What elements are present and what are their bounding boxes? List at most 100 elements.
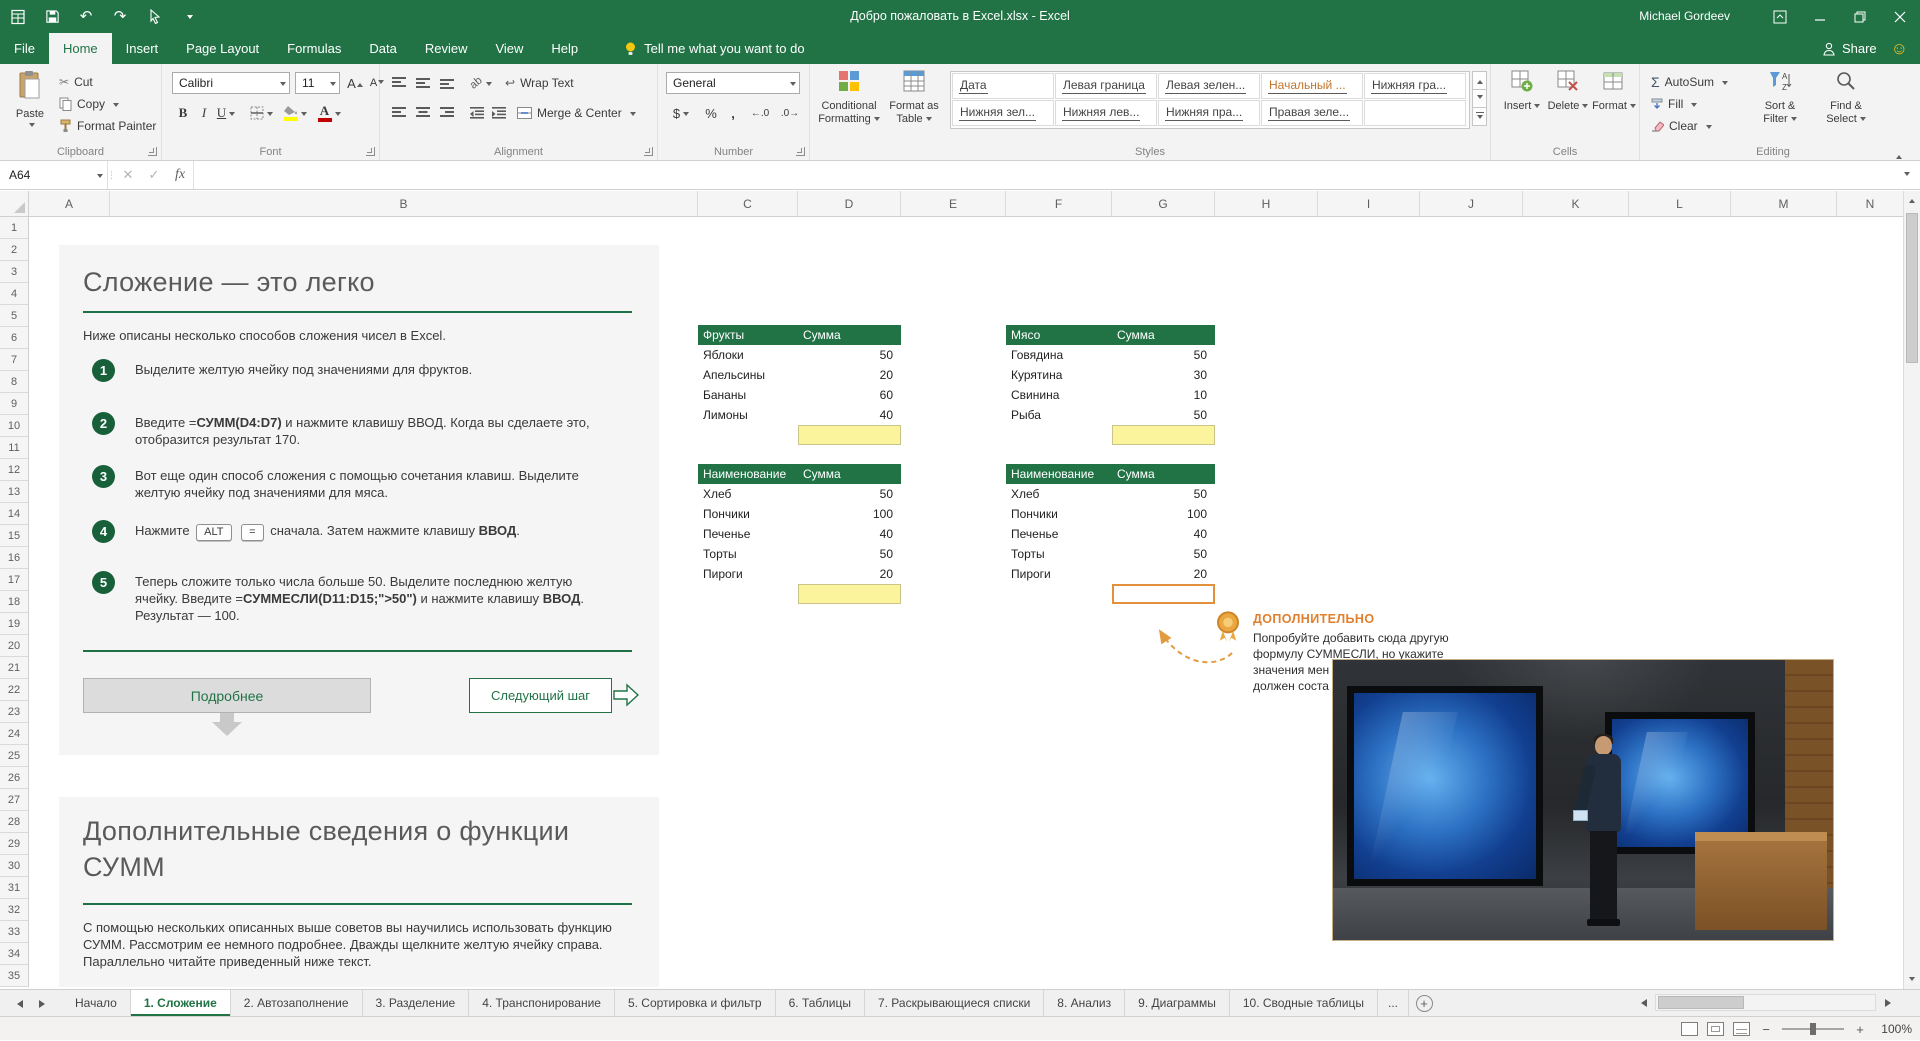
column-header[interactable]: F: [1006, 191, 1112, 217]
zoom-in-button[interactable]: +: [1853, 1022, 1867, 1037]
scroll-down-button[interactable]: [1904, 972, 1920, 989]
normal-view-button[interactable]: [1681, 1022, 1698, 1036]
font-size-dropdown-icon[interactable]: [323, 80, 339, 87]
table-row[interactable]: Лимоны40: [698, 405, 901, 425]
row-header[interactable]: 17: [0, 569, 28, 591]
column-header[interactable]: G: [1112, 191, 1215, 217]
row-header[interactable]: 31: [0, 877, 28, 899]
font-color-button[interactable]: A: [314, 102, 344, 124]
meat-sum-yellow-cell[interactable]: [1112, 425, 1215, 445]
wrap-text-button[interactable]: ↩ Wrap Text: [502, 72, 577, 94]
row-header[interactable]: 9: [0, 393, 28, 415]
share-button[interactable]: Share: [1810, 33, 1889, 64]
cell-style-item[interactable]: Дата: [952, 73, 1054, 99]
increase-decimal-button[interactable]: ←.0: [746, 102, 774, 124]
row-header[interactable]: 16: [0, 547, 28, 569]
cell-style-item[interactable]: Начальный ...: [1261, 73, 1363, 99]
sheet-tab[interactable]: 3. Разделение: [363, 990, 470, 1016]
column-header[interactable]: I: [1318, 191, 1420, 217]
column-header[interactable]: A: [29, 191, 110, 217]
table-row[interactable]: Пироги20: [698, 564, 901, 584]
row-header[interactable]: 22: [0, 679, 28, 701]
decrease-decimal-button[interactable]: .0→: [776, 102, 804, 124]
row-header[interactable]: 12: [0, 459, 28, 481]
cell-style-item[interactable]: [1364, 100, 1466, 126]
orientation-button[interactable]: ab: [466, 72, 496, 94]
column-header[interactable]: K: [1523, 191, 1629, 217]
row-header[interactable]: 20: [0, 635, 28, 657]
row-header[interactable]: 13: [0, 481, 28, 503]
sort-filter-button[interactable]: AZ Sort & Filter: [1752, 70, 1808, 126]
page-break-view-button[interactable]: [1733, 1022, 1750, 1036]
row-header[interactable]: 30: [0, 855, 28, 877]
row-header[interactable]: 34: [0, 943, 28, 965]
find-select-button[interactable]: Find & Select: [1816, 70, 1876, 126]
cell-style-item[interactable]: Нижняя зел...: [952, 100, 1054, 126]
ribbon-tab[interactable]: Help: [537, 33, 592, 64]
ribbon-tab[interactable]: Home: [49, 33, 112, 64]
grow-font-button[interactable]: A: [344, 72, 366, 94]
video-overlay[interactable]: [1332, 659, 1834, 941]
cell-style-item[interactable]: Левая граница: [1055, 73, 1157, 99]
column-header[interactable]: N: [1837, 191, 1903, 217]
percent-style-button[interactable]: %: [700, 102, 722, 124]
sheet-tab[interactable]: 1. Сложение: [131, 990, 231, 1016]
formula-bar-splitter[interactable]: ⋮: [108, 161, 115, 189]
sheet-tab[interactable]: Начало: [62, 990, 131, 1016]
zoom-slider-thumb[interactable]: [1810, 1023, 1816, 1035]
table-row[interactable]: Свинина10: [1006, 385, 1215, 405]
row-header[interactable]: 29: [0, 833, 28, 855]
hscroll-left-button[interactable]: [1628, 999, 1655, 1007]
table-row[interactable]: Хлеб50: [698, 484, 901, 504]
next-step-button[interactable]: Следующий шаг: [469, 678, 612, 713]
hscroll-track[interactable]: [1655, 994, 1876, 1011]
font-name-dropdown-icon[interactable]: [273, 80, 289, 87]
row-header[interactable]: 35: [0, 965, 28, 987]
enter-entry-icon[interactable]: ✓: [141, 161, 167, 189]
comma-style-button[interactable]: ,: [722, 102, 744, 124]
row-header[interactable]: 19: [0, 613, 28, 635]
row-header[interactable]: 1: [0, 217, 28, 239]
accounting-format-button[interactable]: $: [666, 102, 696, 124]
align-top-button[interactable]: [388, 72, 410, 94]
table-row[interactable]: Курятина30: [1006, 365, 1215, 385]
sheet-tab[interactable]: 2. Автозаполнение: [231, 990, 363, 1016]
table-row[interactable]: Бананы60: [698, 385, 901, 405]
ribbon-tab[interactable]: File: [0, 33, 49, 64]
format-as-table-button[interactable]: Format as Table: [884, 70, 944, 126]
underline-button[interactable]: U: [212, 102, 240, 124]
row-header[interactable]: 28: [0, 811, 28, 833]
gallery-scroll-down[interactable]: [1472, 89, 1487, 108]
alignment-dialog-launcher[interactable]: [644, 147, 653, 156]
format-painter-button[interactable]: Format Painter: [56, 115, 159, 137]
table-row[interactable]: Говядина50: [1006, 345, 1215, 365]
minimize-button[interactable]: [1800, 0, 1840, 33]
table-row[interactable]: Печенье40: [698, 524, 901, 544]
table-row[interactable]: Печенье40: [1006, 524, 1215, 544]
clipboard-dialog-launcher[interactable]: [148, 147, 157, 156]
worksheet[interactable]: Сложение — это легко Ниже описаны нескол…: [29, 217, 1903, 987]
copy-button[interactable]: Copy: [56, 93, 122, 115]
items-table-left[interactable]: Наименование Сумма Хлеб50Пончики100Печен…: [698, 464, 901, 584]
fill-button[interactable]: Fill: [1648, 93, 1700, 115]
fruits-table[interactable]: Фрукты Сумма Яблоки50Апельсины20Бананы60…: [698, 325, 901, 425]
hscroll-right-button[interactable]: [1876, 999, 1903, 1007]
clear-button[interactable]: Clear: [1648, 115, 1715, 137]
autosum-button[interactable]: Σ AutoSum: [1648, 71, 1731, 93]
scroll-up-button[interactable]: [1904, 191, 1920, 208]
align-center-button[interactable]: [412, 102, 434, 124]
feedback-smiley-icon[interactable]: ☺: [1889, 33, 1920, 64]
decrease-indent-button[interactable]: [466, 102, 488, 124]
signed-in-user[interactable]: Michael Gordeev: [1639, 0, 1730, 33]
row-header[interactable]: 14: [0, 503, 28, 525]
format-cells-button[interactable]: Format: [1592, 70, 1636, 113]
column-header[interactable]: E: [901, 191, 1006, 217]
table-row[interactable]: Апельсины20: [698, 365, 901, 385]
sumif-yellow-cell[interactable]: [798, 584, 901, 604]
meat-table[interactable]: Мясо Сумма Говядина50Курятина30Свинина10…: [1006, 325, 1215, 425]
row-header[interactable]: 10: [0, 415, 28, 437]
more-details-button[interactable]: Подробнее: [83, 678, 371, 713]
ribbon-tab[interactable]: Review: [411, 33, 482, 64]
merge-center-button[interactable]: Merge & Center: [514, 102, 639, 124]
vertical-scroll-thumb[interactable]: [1906, 213, 1918, 363]
